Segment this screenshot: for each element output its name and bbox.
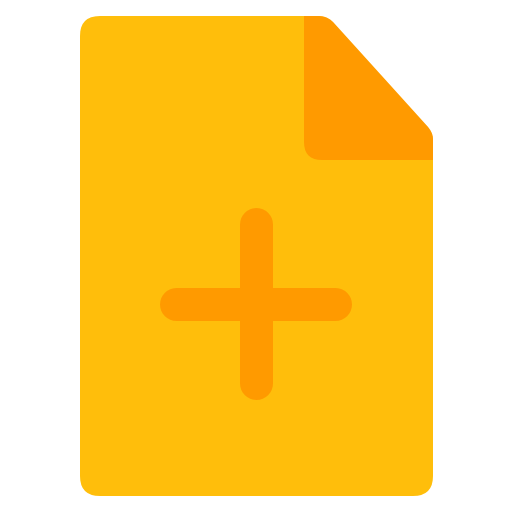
new-file-icon-canvas [0,0,512,512]
plus-horizontal-bar [160,288,352,321]
new-file-icon[interactable] [0,0,512,512]
